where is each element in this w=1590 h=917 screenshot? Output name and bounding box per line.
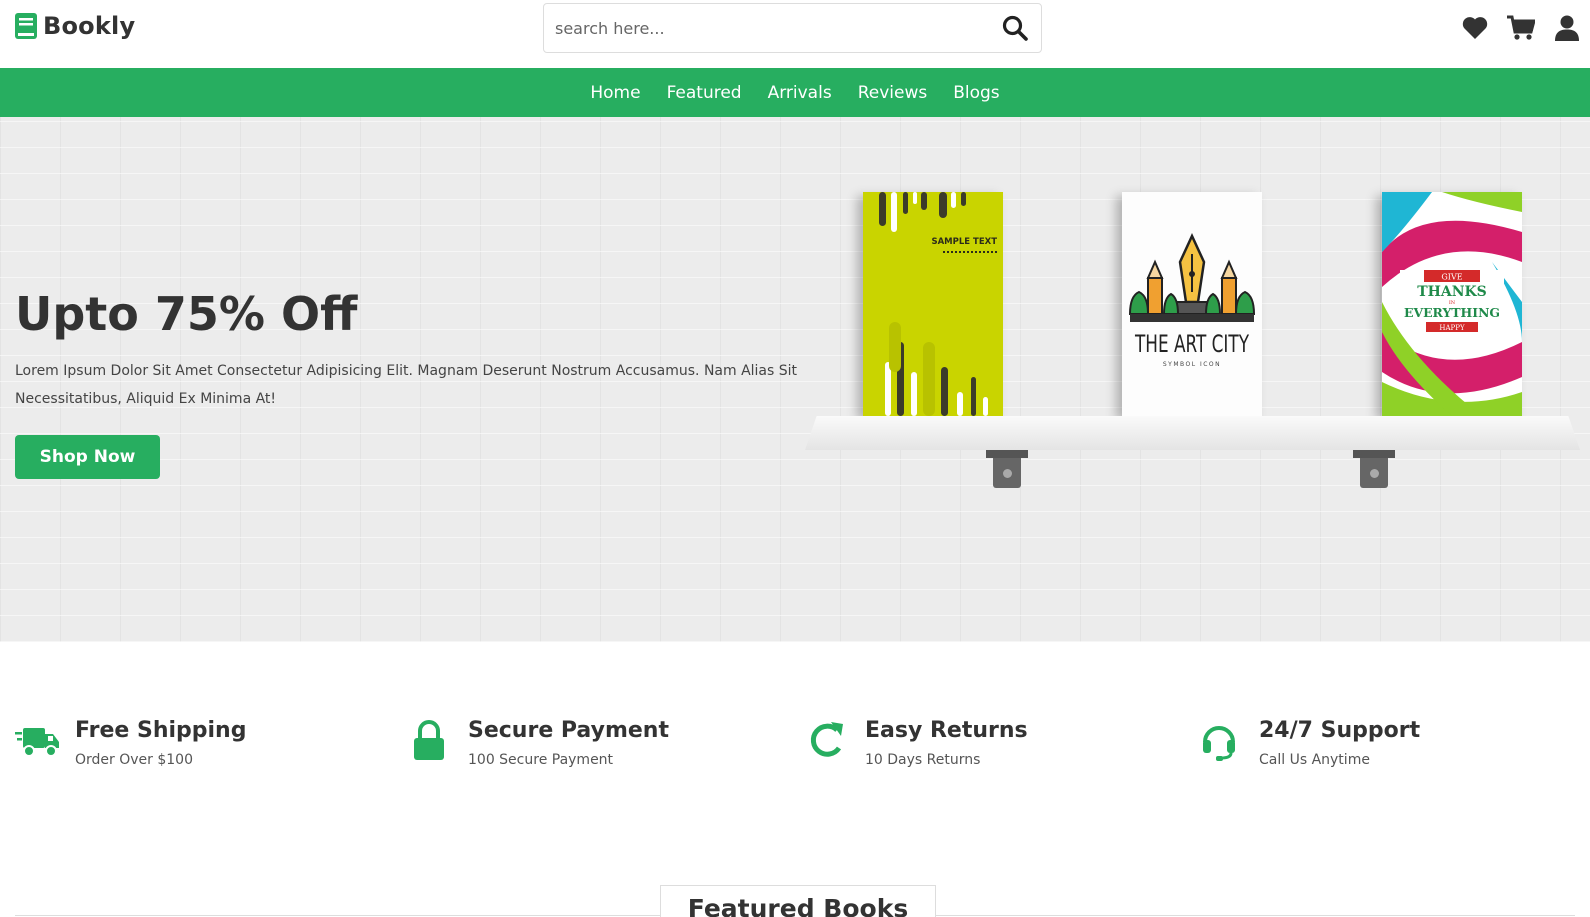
book-cover-2[interactable]: THE ART CITY SYMBOL ICON <box>1122 192 1262 416</box>
headset-icon <box>1203 726 1235 761</box>
nav-reviews[interactable]: Reviews <box>858 79 928 107</box>
features-section: Free Shipping Order Over $100 Secure Pay… <box>0 700 1590 780</box>
cart-icon <box>1507 15 1535 40</box>
search-button[interactable] <box>989 4 1041 52</box>
section-title: Featured Books <box>660 885 936 917</box>
hero-description: Lorem Ipsum Dolor Sit Amet Consectetur A… <box>15 363 798 407</box>
truck-icon <box>15 728 59 757</box>
nav-home[interactable]: Home <box>590 79 640 107</box>
lock-icon <box>414 720 444 760</box>
feature-easy-returns: Easy Returns 10 Days Returns <box>805 716 1028 772</box>
redo-icon <box>810 722 843 757</box>
book-cover-3-line-5: HAPPY <box>1439 324 1465 332</box>
feature-support: 24/7 Support Call Us Anytime <box>1199 716 1420 772</box>
feature-subtitle: 100 Secure Payment <box>468 752 614 768</box>
book-cover-3-line-4: EVERYTHING <box>1404 306 1500 320</box>
search-input[interactable] <box>544 4 989 52</box>
shop-now-button[interactable]: Shop Now <box>15 435 160 479</box>
user-icon <box>1555 15 1579 41</box>
search-form <box>543 3 1042 53</box>
cart-button[interactable] <box>1506 14 1536 42</box>
feature-subtitle: Call Us Anytime <box>1259 752 1370 768</box>
book-cover-2-subtitle: SYMBOL ICON <box>1163 361 1221 368</box>
nav-blogs[interactable]: Blogs <box>953 79 999 107</box>
shelf <box>805 416 1580 450</box>
wishlist-button[interactable] <box>1460 14 1490 42</box>
book-cover-3-line-1: GIVE <box>1441 273 1462 282</box>
book-cover-2-art: THE ART CITY SYMBOL ICON <box>1122 192 1262 416</box>
book-cover-1[interactable]: SAMPLE TEXT <box>863 192 1003 416</box>
feature-title: Easy Returns <box>865 718 1028 743</box>
account-button[interactable] <box>1552 14 1582 42</box>
logo[interactable]: Bookly <box>15 12 135 40</box>
feature-free-shipping: Free Shipping Order Over $100 <box>15 716 246 772</box>
main-nav: Home Featured Arrivals Reviews Blogs <box>0 68 1590 117</box>
hero-title: Upto 75% Off <box>15 287 358 341</box>
logo-text: Bookly <box>43 12 136 40</box>
book-cover-3[interactable]: GIVE THANKS IN EVERYTHING HAPPY <box>1382 192 1522 416</box>
book-cover-1-text: SAMPLE TEXT <box>931 237 997 247</box>
header-icons <box>1460 14 1582 42</box>
hero-section: Upto 75% Off Lorem Ipsum Dolor Sit Amet … <box>0 117 1590 642</box>
book-cover-3-art: GIVE THANKS IN EVERYTHING HAPPY <box>1382 192 1522 416</box>
header: Bookly <box>0 0 1590 68</box>
book-cover-2-title: THE ART CITY <box>1134 330 1249 358</box>
feature-subtitle: 10 Days Returns <box>865 752 981 768</box>
search-icon <box>1002 15 1028 41</box>
shelf-bracket <box>986 450 1028 490</box>
book-icon <box>15 13 37 39</box>
heart-icon <box>1462 17 1488 39</box>
feature-title: Secure Payment <box>468 718 669 743</box>
feature-title: Free Shipping <box>75 718 247 743</box>
book-shelf: SAMPLE TEXT THE ART CITY SYMBOL ICON GIV… <box>805 192 1585 522</box>
book-cover-3-line-2: THANKS <box>1417 284 1487 300</box>
nav-featured[interactable]: Featured <box>667 79 742 107</box>
shelf-bracket <box>1353 450 1395 490</box>
feature-secure-payment: Secure Payment 100 Secure Payment <box>408 716 669 772</box>
book-cover-1-art: SAMPLE TEXT <box>863 192 1003 416</box>
feature-subtitle: Order Over $100 <box>75 752 193 768</box>
feature-title: 24/7 Support <box>1259 718 1421 743</box>
nav-arrivals[interactable]: Arrivals <box>768 79 832 107</box>
